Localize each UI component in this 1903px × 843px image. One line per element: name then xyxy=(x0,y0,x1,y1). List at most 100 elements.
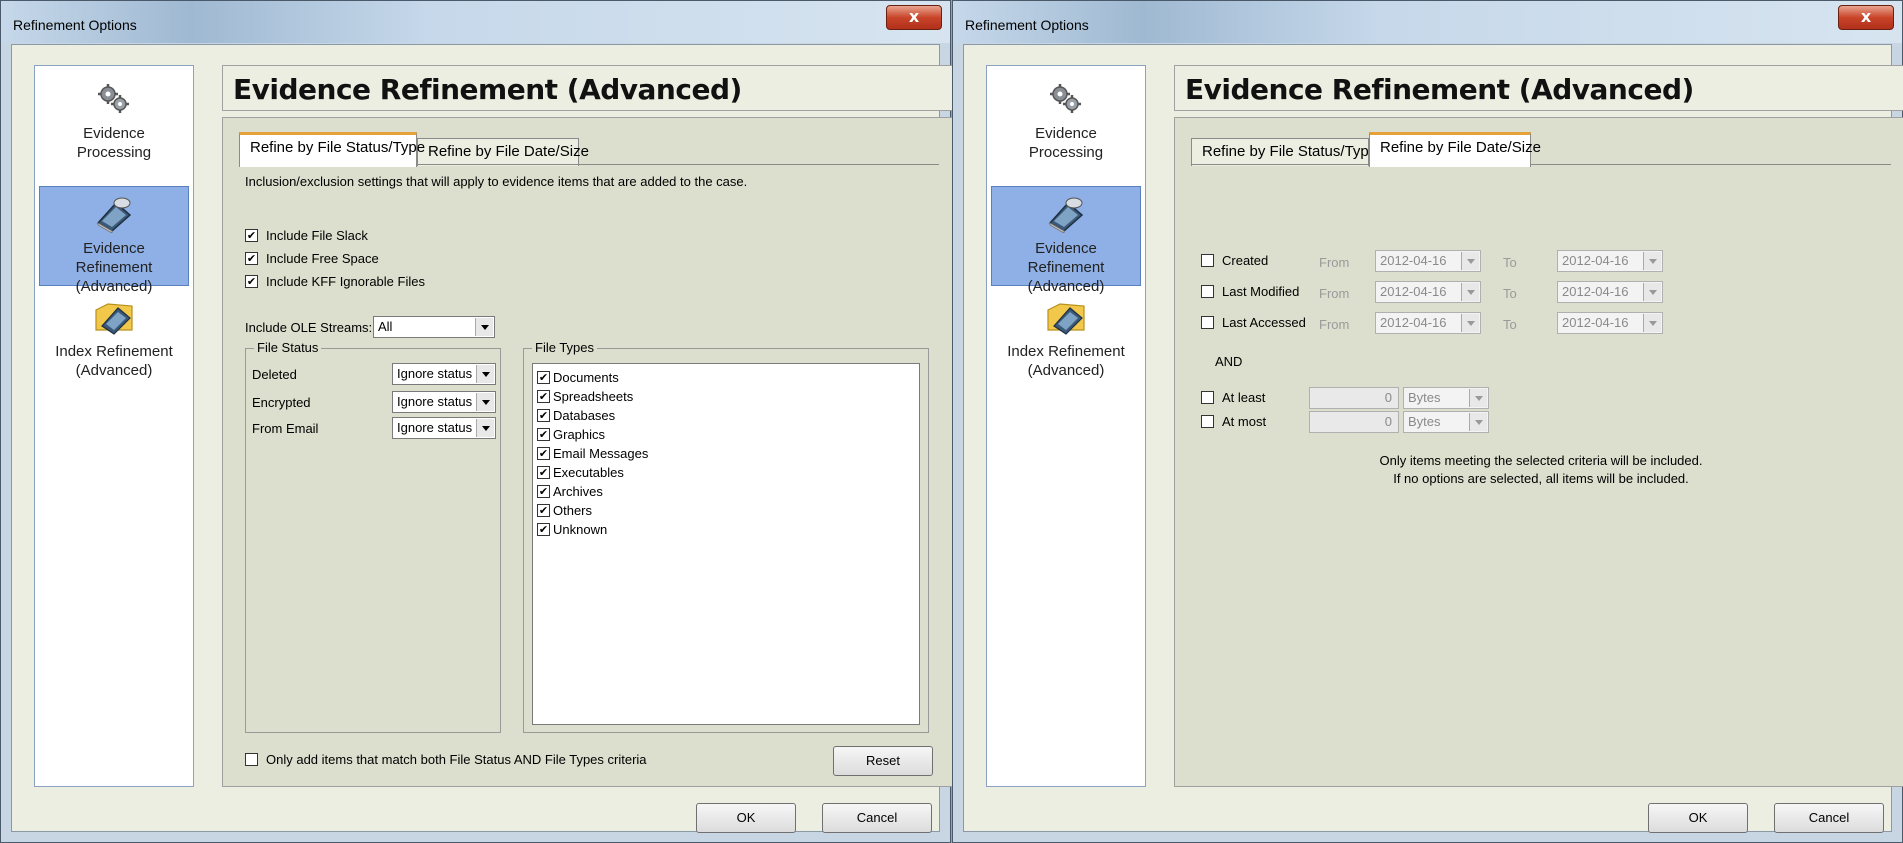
chevron-down-icon[interactable] xyxy=(1469,389,1487,407)
last-modified-to-date[interactable]: 2012-04-16 xyxy=(1557,281,1663,303)
nav-evidence-processing[interactable]: Evidence Processing xyxy=(991,76,1141,176)
last-accessed-to-date[interactable]: 2012-04-16 xyxy=(1557,312,1663,334)
at-least-checkbox[interactable]: At least xyxy=(1201,390,1265,405)
file-type-email-messages[interactable]: Email Messages xyxy=(537,446,648,461)
chevron-down-icon[interactable] xyxy=(475,318,493,336)
tab-panel: Refine by File Status/Type Refine by Fil… xyxy=(1174,117,1903,787)
checkbox-box[interactable] xyxy=(537,466,550,479)
created-from-date[interactable]: 2012-04-16 xyxy=(1375,250,1481,272)
nav-index-refinement[interactable]: Index Refinement (Advanced) xyxy=(991,292,1141,392)
last-modified-from-date[interactable]: 2012-04-16 xyxy=(1375,281,1481,303)
checkbox-box[interactable] xyxy=(537,504,550,517)
chevron-down-icon[interactable] xyxy=(1643,252,1661,270)
chevron-down-icon[interactable] xyxy=(476,419,494,437)
checkbox-box[interactable] xyxy=(1201,316,1214,329)
at-most-unit-select[interactable]: Bytes xyxy=(1403,411,1489,433)
chevron-down-icon[interactable] xyxy=(476,393,494,411)
tab-file-date-size[interactable]: Refine by File Date/Size xyxy=(417,138,589,166)
checkbox-box[interactable] xyxy=(245,229,258,242)
deleted-status-select[interactable]: Ignore status xyxy=(392,363,496,385)
checkbox-box[interactable] xyxy=(537,409,550,422)
chevron-down-icon[interactable] xyxy=(1469,413,1487,431)
chevron-down-icon[interactable] xyxy=(1461,283,1479,301)
file-type-spreadsheets[interactable]: Spreadsheets xyxy=(537,389,633,404)
ok-button[interactable]: OK xyxy=(1648,803,1748,833)
nav-label: Index Refinement xyxy=(1007,343,1125,360)
close-button[interactable]: x xyxy=(1838,5,1894,30)
include-kff-ignorable-checkbox[interactable]: Include KFF Ignorable Files xyxy=(245,274,425,289)
page-title: Evidence Refinement (Advanced) xyxy=(1185,73,1694,106)
checkbox-box[interactable] xyxy=(1201,415,1214,428)
page-header: Evidence Refinement (Advanced) xyxy=(222,65,954,111)
page-title: Evidence Refinement (Advanced) xyxy=(233,73,742,106)
file-types-list[interactable]: Documents Spreadsheets Databases Graphic… xyxy=(532,363,920,725)
checkbox-box[interactable] xyxy=(1201,391,1214,404)
nav-evidence-processing[interactable]: Evidence Processing xyxy=(39,76,189,176)
file-type-graphics[interactable]: Graphics xyxy=(537,427,605,442)
ok-button[interactable]: OK xyxy=(696,803,796,833)
at-least-unit-select[interactable]: Bytes xyxy=(1403,387,1489,409)
cancel-button[interactable]: Cancel xyxy=(822,803,932,833)
at-most-checkbox[interactable]: At most xyxy=(1201,414,1266,429)
ole-streams-select[interactable]: All xyxy=(373,316,495,338)
tab-file-status-type[interactable]: Refine by File Status/Type xyxy=(1191,138,1377,166)
reset-button[interactable]: Reset xyxy=(833,746,933,776)
last-accessed-from-date[interactable]: 2012-04-16 xyxy=(1375,312,1481,334)
file-type-unknown[interactable]: Unknown xyxy=(537,522,607,537)
info-line: Only items meeting the selected criteria… xyxy=(1379,453,1703,468)
nav-label: Refinement xyxy=(1027,259,1105,276)
nav-evidence-refinement[interactable]: Evidence Refinement (Advanced) xyxy=(991,186,1141,295)
checkbox-box[interactable] xyxy=(537,371,550,384)
deleted-label: Deleted xyxy=(252,367,297,382)
checkbox-box[interactable] xyxy=(537,447,550,460)
checkbox-box[interactable] xyxy=(245,275,258,288)
file-type-databases[interactable]: Databases xyxy=(537,408,615,423)
nav-evidence-refinement[interactable]: Evidence Refinement (Advanced) xyxy=(39,186,189,295)
chevron-down-icon[interactable] xyxy=(1461,314,1479,332)
chevron-down-icon[interactable] xyxy=(476,365,494,383)
from-email-status-select[interactable]: Ignore status xyxy=(392,417,496,439)
chevron-down-icon[interactable] xyxy=(1643,283,1661,301)
refinement-options-window-right: Refinement Options x Evidence Processing… xyxy=(952,0,1903,843)
at-most-size-input[interactable]: 0 xyxy=(1309,411,1399,433)
include-free-space-checkbox[interactable]: Include Free Space xyxy=(245,251,379,266)
title-bar[interactable]: Refinement Options x xyxy=(953,1,1902,43)
checkbox-box[interactable] xyxy=(245,252,258,265)
nav-label: Processing xyxy=(76,144,152,161)
title-bar[interactable]: Refinement Options x xyxy=(1,1,950,43)
file-types-group: File Types Documents Spreadsheets Databa… xyxy=(523,340,929,733)
file-type-archives[interactable]: Archives xyxy=(537,484,603,499)
checkbox-box[interactable] xyxy=(1201,285,1214,298)
date-value: 2012-04-16 xyxy=(1380,253,1447,268)
from-label: From xyxy=(1319,255,1350,270)
created-checkbox[interactable]: Created xyxy=(1201,253,1268,268)
close-button[interactable]: x xyxy=(886,5,942,30)
file-type-executables[interactable]: Executables xyxy=(537,465,624,480)
last-accessed-checkbox[interactable]: Last Accessed xyxy=(1201,315,1306,330)
created-to-date[interactable]: 2012-04-16 xyxy=(1557,250,1663,272)
file-type-others[interactable]: Others xyxy=(537,503,592,518)
checkbox-box[interactable] xyxy=(245,753,258,766)
checkbox-box[interactable] xyxy=(1201,254,1214,267)
file-type-documents[interactable]: Documents xyxy=(537,370,619,385)
nav-index-refinement[interactable]: Index Refinement (Advanced) xyxy=(39,292,189,392)
match-both-criteria-checkbox[interactable]: Only add items that match both File Stat… xyxy=(245,752,647,767)
nav-label: Processing xyxy=(1028,144,1104,161)
checkbox-box[interactable] xyxy=(537,485,550,498)
checkbox-box[interactable] xyxy=(537,390,550,403)
at-least-size-input[interactable]: 0 xyxy=(1309,387,1399,409)
last-modified-checkbox[interactable]: Last Modified xyxy=(1201,284,1299,299)
nav-label: Index Refinement xyxy=(55,343,173,360)
cancel-button[interactable]: Cancel xyxy=(1774,803,1884,833)
tab-file-status-type[interactable]: Refine by File Status/Type xyxy=(239,132,425,167)
chevron-down-icon[interactable] xyxy=(1643,314,1661,332)
checkbox-box[interactable] xyxy=(537,523,550,536)
tab-file-date-size[interactable]: Refine by File Date/Size xyxy=(1369,132,1541,167)
checkbox-box[interactable] xyxy=(537,428,550,441)
select-value: All xyxy=(378,319,393,334)
chevron-down-icon[interactable] xyxy=(1461,252,1479,270)
checkbox-label: Last Modified xyxy=(1222,284,1300,299)
include-file-slack-checkbox[interactable]: Include File Slack xyxy=(245,228,368,243)
encrypted-status-select[interactable]: Ignore status xyxy=(392,391,496,413)
date-value: 2012-04-16 xyxy=(1562,253,1629,268)
